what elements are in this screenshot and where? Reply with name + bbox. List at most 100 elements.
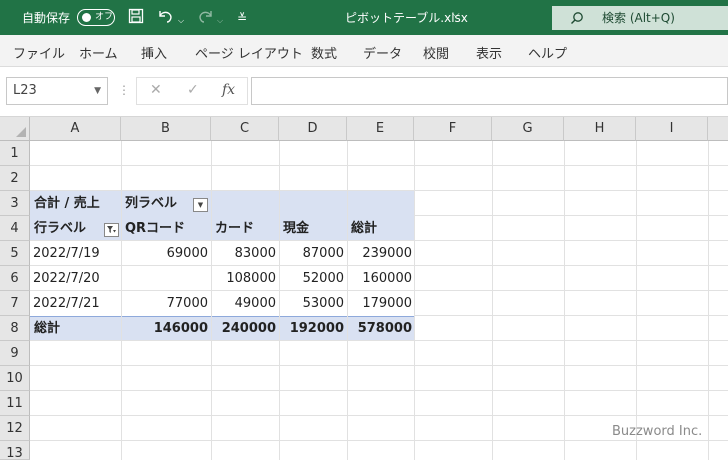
column-header[interactable]: G	[492, 117, 564, 141]
gridline	[30, 415, 728, 416]
pivot-col-header-total[interactable]: 総計	[351, 216, 377, 241]
pivot-cell[interactable]: 69000	[121, 241, 208, 266]
row-header[interactable]: 1	[0, 141, 30, 166]
column-header[interactable]: C	[211, 117, 279, 141]
pivot-cell[interactable]: 160000	[347, 266, 412, 291]
autosave-toggle[interactable]: オフ	[77, 9, 115, 26]
cancel-icon[interactable]: ✕	[150, 82, 162, 98]
row-header[interactable]: 10	[0, 366, 30, 391]
pivot-cell[interactable]: 52000	[279, 266, 344, 291]
pivot-grand-total-cell[interactable]: 146000	[121, 316, 208, 341]
gridline	[564, 141, 565, 460]
tab-help[interactable]: ヘルプ	[528, 43, 567, 62]
enter-icon[interactable]: ✓	[187, 82, 199, 98]
formula-input[interactable]	[251, 77, 728, 105]
tab-review[interactable]: 校閲	[423, 43, 449, 62]
column-filter-button[interactable]: ▼	[193, 198, 208, 212]
gridline	[414, 315, 728, 316]
row-header[interactable]: 3	[0, 191, 30, 216]
row-header[interactable]: 6	[0, 266, 30, 291]
row-header[interactable]: 8	[0, 316, 30, 341]
undo-dropdown-icon[interactable]: ⌵	[178, 12, 184, 30]
tab-formulas[interactable]: 数式	[311, 43, 337, 62]
pivot-col-header-cash[interactable]: 現金	[283, 216, 309, 241]
pivot-cell[interactable]: 53000	[279, 291, 344, 316]
pivot-grand-total-label[interactable]: 総計	[34, 316, 60, 341]
pivot-col-header-qr[interactable]: QRコード	[125, 216, 185, 241]
filter-icon	[107, 226, 116, 233]
redo-dropdown-icon[interactable]: ⌵	[217, 12, 223, 30]
search-text: 検索 (Alt+Q)	[602, 11, 675, 25]
pivot-grand-total-cell[interactable]: 240000	[211, 316, 276, 341]
toggle-state: オフ	[95, 12, 114, 22]
redo-icon[interactable]	[196, 8, 214, 29]
chevron-down-icon[interactable]: ▼	[94, 78, 101, 104]
spreadsheet-grid[interactable]: A B C D E F G H I 1 2 3 4 5 6 7 8 9 10 1…	[0, 117, 728, 461]
row-header[interactable]: 7	[0, 291, 30, 316]
select-all-button[interactable]	[0, 117, 30, 141]
pivot-col-header-card[interactable]: カード	[215, 216, 254, 241]
gridline	[636, 141, 637, 460]
row-header[interactable]: 12	[0, 416, 30, 441]
column-header[interactable]: D	[279, 117, 347, 141]
pivot-value-field-label[interactable]: 合計 / 売上	[34, 191, 100, 216]
tab-view[interactable]: 表示	[476, 43, 502, 62]
pivot-row-label[interactable]: 2022/7/20	[33, 266, 100, 291]
pivot-row-label[interactable]: 2022/7/21	[33, 291, 100, 316]
gridline	[30, 390, 728, 391]
insert-function-icon[interactable]: fx	[222, 82, 235, 98]
pivot-cell[interactable]: 108000	[211, 266, 276, 291]
row-header[interactable]: 2	[0, 166, 30, 191]
title-bar: 自動保存 オフ ⌵ ⌵ ≚ ピボットテーブル.xlsx ⌵ 検索 (Alt+Q)	[0, 0, 728, 35]
more-icon[interactable]: ⋮	[118, 83, 130, 97]
gridline	[414, 141, 415, 460]
pivot-cell[interactable]: 49000	[211, 291, 276, 316]
pivot-column-labels[interactable]: 列ラベル	[125, 191, 177, 216]
pivot-cell[interactable]	[121, 266, 208, 291]
tab-page-layout[interactable]: ページ レイアウト	[195, 43, 303, 62]
window-title[interactable]: ピボットテーブル.xlsx	[345, 9, 468, 26]
tab-data[interactable]: データ	[363, 43, 402, 62]
row-header[interactable]: 9	[0, 341, 30, 366]
pivot-row-label[interactable]: 2022/7/19	[33, 241, 100, 266]
search-box[interactable]: 検索 (Alt+Q)	[552, 6, 728, 30]
chevron-down-icon[interactable]: ⌵	[452, 9, 460, 20]
chevron-down-icon: ▼	[197, 201, 204, 209]
gridline	[30, 365, 728, 366]
pivot-cell[interactable]: 87000	[279, 241, 344, 266]
column-header[interactable]: I	[636, 117, 708, 141]
column-header[interactable]: H	[564, 117, 636, 141]
toggle-knob	[82, 13, 91, 22]
name-box-value: L23	[13, 83, 37, 98]
pivot-grand-total-cell[interactable]: 192000	[279, 316, 344, 341]
gridline	[414, 215, 728, 216]
pivot-cell[interactable]: 83000	[211, 241, 276, 266]
row-header[interactable]: 4	[0, 216, 30, 241]
column-header-partial[interactable]	[708, 117, 728, 141]
tab-file[interactable]: ファイル	[13, 43, 65, 62]
pivot-cell[interactable]: 77000	[121, 291, 208, 316]
column-header[interactable]: A	[30, 117, 121, 141]
watermark-text: Buzzword Inc.	[612, 424, 703, 439]
row-header[interactable]: 11	[0, 391, 30, 416]
row-filter-button[interactable]	[104, 223, 119, 237]
undo-icon[interactable]	[157, 8, 175, 29]
autosave-label: 自動保存	[22, 11, 71, 25]
tab-insert[interactable]: 挿入	[141, 43, 167, 62]
column-header[interactable]: F	[414, 117, 492, 141]
search-icon	[570, 6, 584, 34]
pivot-cell[interactable]: 239000	[347, 241, 412, 266]
gridline	[492, 141, 493, 460]
column-header[interactable]: B	[121, 117, 211, 141]
pivot-row-labels[interactable]: 行ラベル	[34, 216, 86, 241]
customize-icon[interactable]: ≚	[237, 9, 247, 27]
save-icon[interactable]	[128, 8, 144, 29]
name-box[interactable]: L23 ▼	[6, 77, 108, 105]
row-header[interactable]: 5	[0, 241, 30, 266]
tab-home[interactable]: ホーム	[79, 43, 118, 62]
row-header[interactable]: 13	[0, 441, 30, 461]
pivot-cell[interactable]: 179000	[347, 291, 412, 316]
pivot-grand-total-cell[interactable]: 578000	[347, 316, 412, 341]
ribbon-tabs: ファイル ホーム 挿入 ページ レイアウト 数式 データ 校閲 表示 ヘルプ	[0, 35, 728, 67]
column-header[interactable]: E	[347, 117, 414, 141]
